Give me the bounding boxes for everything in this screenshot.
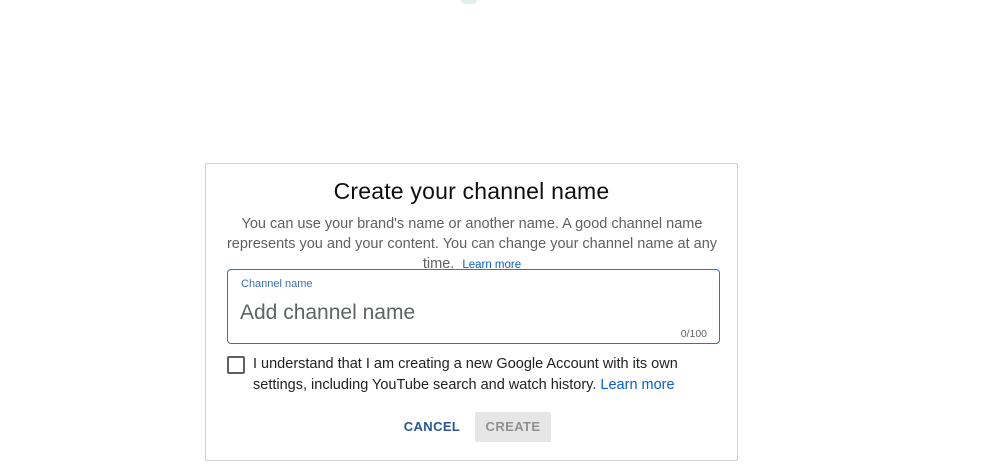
consent-learn-more-link[interactable]: Learn more (600, 377, 674, 393)
consent-checkbox[interactable] (227, 356, 245, 374)
create-channel-dialog: Create your channel name You can use you… (205, 163, 738, 461)
page: Create your channel name You can use you… (0, 0, 1000, 469)
channel-name-input[interactable] (240, 298, 700, 328)
character-counter: 0/100 (680, 328, 707, 340)
dialog-description: You can use your brand's name or another… (226, 214, 718, 275)
page-top-decoration (461, 0, 477, 4)
create-button[interactable]: CREATE (475, 412, 551, 442)
cancel-button[interactable]: CANCEL (395, 412, 469, 442)
consent-text-block: I understand that I am creating a new Go… (253, 354, 713, 395)
channel-name-field[interactable]: Channel name 0/100 (227, 269, 720, 344)
dialog-title: Create your channel name (333, 178, 610, 204)
channel-name-label: Channel name (241, 278, 313, 290)
